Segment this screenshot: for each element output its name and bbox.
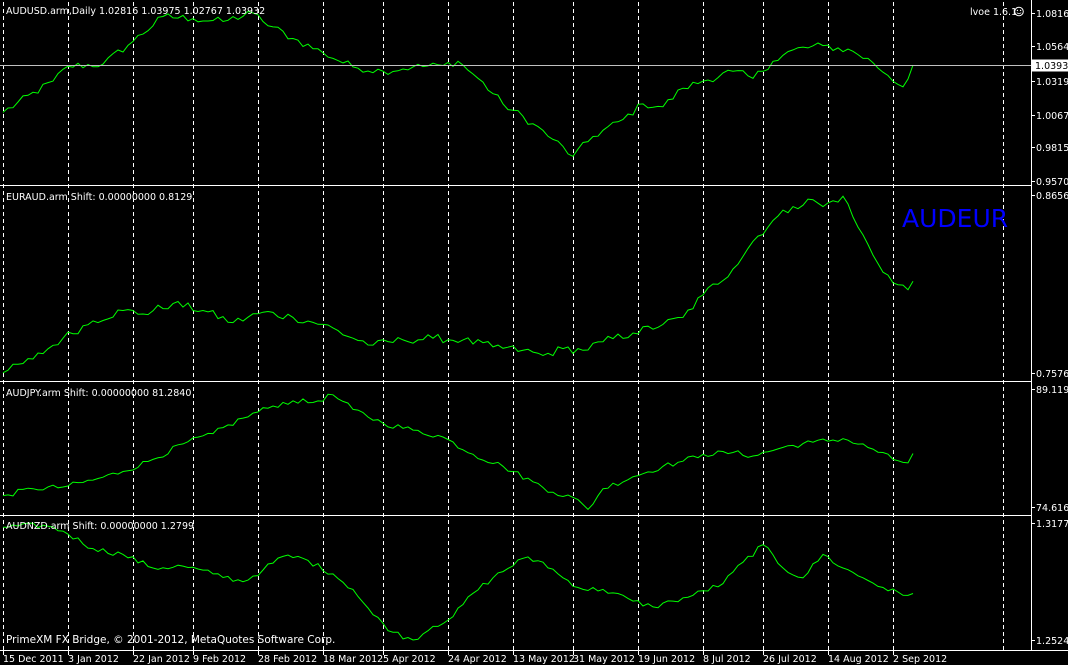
time-axis: 15 Dec 2011 3 Jan 2012 22 Jan 2012 9 Feb 20…	[3, 651, 947, 665]
price-tick-label: 0.98150	[1036, 143, 1068, 154]
price-tick-label: 1.2524	[1036, 636, 1068, 647]
pane-header-2: AUDJPY.arm Shift: 0.00000000 81.2840	[6, 388, 191, 399]
time-tick-label: 9 Feb 2012	[193, 654, 246, 665]
price-tick-label: 0.95700	[1036, 177, 1068, 188]
time-tick-label: 19 Jun 2012	[638, 654, 695, 665]
time-tick-label: 5 Apr 2012	[383, 654, 436, 665]
time-tick-label: 24 Apr 2012	[448, 654, 507, 665]
price-tick-label: 0.8656	[1036, 191, 1068, 202]
time-tick-label: 14 Aug 2012	[828, 654, 889, 665]
time-tick-label: 15 Dec 2011	[3, 654, 64, 665]
pane-header-1: EURAUD.arm Shift: 0.00000000 0.8129	[6, 192, 192, 203]
copyright-footer: PrimeXM FX Bridge, © 2001-2012, MetaQuot…	[6, 634, 335, 646]
price-tick-label: 1.3177	[1036, 519, 1068, 530]
time-tick-label: 8 Jul 2012	[703, 654, 751, 665]
chart-area: 1.08160 1.05640 1.03190 1.00670 0.98150 0.957…	[0, 0, 1068, 665]
time-tick-label: 3 Jan 2012	[68, 654, 119, 665]
time-tick-label: 22 Jan 2012	[133, 654, 190, 665]
price-tick-label: 1.00670	[1036, 111, 1068, 122]
time-tick-label: 18 Mar 2012	[323, 654, 383, 665]
price-tick-label: 1.08160	[1036, 9, 1068, 20]
time-tick-label: 28 Feb 2012	[258, 654, 317, 665]
price-tick-label: 74.6168	[1036, 503, 1068, 514]
price-tick-label: 1.05640	[1036, 42, 1068, 53]
price-tick-label: 1.03190	[1036, 77, 1068, 88]
time-tick-label: 2 Sep 2012	[893, 654, 947, 665]
price-tick-label: 89.1192	[1036, 385, 1068, 396]
pane-header-3: AUDNZD.arm Shift: 0.00000000 1.2799	[6, 521, 194, 532]
chart-background	[0, 0, 1068, 665]
current-price-label: 1.03932	[1035, 61, 1068, 72]
time-tick-label: 13 May 2012	[513, 654, 575, 665]
indicator-label: lvoe 1.6.1	[970, 7, 1017, 18]
pane-header-0: AUDUSD.arm,Daily 1.02816 1.03975 1.02767…	[6, 6, 265, 17]
time-tick-label: 31 May 2012	[573, 654, 635, 665]
price-tick-label: 0.7576	[1036, 369, 1068, 380]
time-tick-label: 26 Jul 2012	[763, 654, 817, 665]
audeur-label: AUDEUR	[902, 204, 1008, 233]
